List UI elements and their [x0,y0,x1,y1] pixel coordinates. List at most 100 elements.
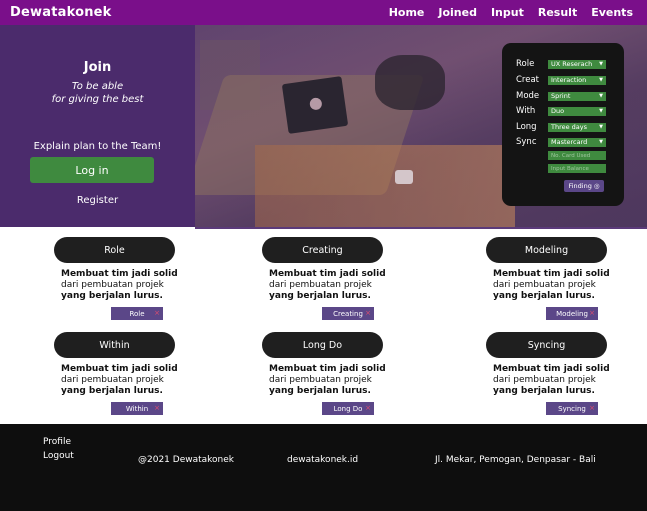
select-value: Three days [551,123,588,131]
card-within: Within Membuat tim jadi solid dari pembu… [54,332,184,415]
card-desc-line: Membuat tim jadi solid [61,269,178,279]
card-description: Membuat tim jadi solid dari pembuatan pr… [61,269,184,302]
card-title[interactable]: Role [54,237,175,263]
join-title: Join [83,60,112,75]
close-icon[interactable]: × [154,404,160,412]
card-number-input[interactable]: No. Card Used [548,151,606,160]
select-value: Interaction [551,76,587,84]
select-value: Mastercard [551,138,588,146]
caret-down-icon: ▼ [599,139,603,145]
card-desc-line: Membuat tim jadi solid [493,364,610,374]
close-icon[interactable]: × [365,404,371,412]
card-desc-line: yang berjalan lurus. [61,386,163,396]
card-role: Role Membuat tim jadi solid dari pembuat… [54,237,184,320]
top-navbar: Dewatakonek Home Joined Input Result Eve… [0,0,647,25]
filter-row-role: Role UX Reserach ▼ [516,58,606,70]
card-description: Membuat tim jadi solid dari pembuatan pr… [61,364,184,397]
nav-result[interactable]: Result [538,6,577,19]
select-value: UX Reserach [551,60,593,68]
card-description: Membuat tim jadi solid dari pembuatan pr… [269,269,392,302]
filter-label: With [516,106,536,116]
filter-row-creat: Creat Interaction ▼ [516,74,606,86]
caret-down-icon: ▼ [599,108,603,114]
select-value: Duo [551,107,565,115]
nav-events[interactable]: Events [591,6,633,19]
select-value: Sprint [551,92,571,100]
explain-text: Explain plan to the Team! [33,141,162,152]
filter-row-mode: Mode Sprint ▼ [516,90,606,102]
card-desc-line: dari pembuatan projek [493,375,596,385]
close-icon[interactable]: × [589,309,595,317]
register-link[interactable]: Register [0,195,195,206]
footer-domain[interactable]: dewatakonek.id [287,455,358,465]
login-button[interactable]: Log in [30,157,154,183]
card-desc-line: yang berjalan lurus. [269,386,371,396]
card-desc-line: yang berjalan lurus. [61,291,163,301]
balance-input[interactable]: Input Balance [548,164,606,173]
role-select[interactable]: UX Reserach ▼ [548,59,606,69]
nav-home[interactable]: Home [389,6,425,19]
nav-links: Home Joined Input Result Events [389,6,633,19]
tag-label: Within [125,404,149,413]
finding-label: Finding [568,182,592,190]
finding-button[interactable]: Finding ◎ [564,180,604,192]
card-tag[interactable]: Modeling × [546,307,598,320]
card-title[interactable]: Syncing [486,332,607,358]
tag-label: Syncing [558,404,586,413]
card-tag[interactable]: Role × [111,307,163,320]
nav-input[interactable]: Input [491,6,524,19]
tag-label: Creating [333,309,363,318]
photo-laptop [281,76,349,134]
card-title[interactable]: Within [54,332,175,358]
footer-profile-link[interactable]: Profile [43,437,71,447]
card-tag[interactable]: Syncing × [546,402,598,415]
with-select[interactable]: Duo ▼ [548,106,606,116]
card-title[interactable]: Modeling [486,237,607,263]
card-desc-line: dari pembuatan projek [493,280,596,290]
filter-label: Long [516,122,537,132]
creat-select[interactable]: Interaction ▼ [548,75,606,85]
long-select[interactable]: Three days ▼ [548,122,606,132]
sync-select[interactable]: Mastercard ▼ [548,137,606,147]
tag-label: Long Do [333,404,363,413]
footer-copyright: @2021 Dewatakonek [138,455,235,465]
card-tag[interactable]: Long Do × [322,402,374,415]
filter-label: Mode [516,91,540,101]
search-icon: ◎ [593,182,600,190]
photo-cup [395,170,413,184]
brand-logo[interactable]: Dewatakonek [10,5,112,20]
close-icon[interactable]: × [154,309,160,317]
nav-joined[interactable]: Joined [438,6,477,19]
card-tag[interactable]: Creating × [322,307,374,320]
card-desc-line: dari pembuatan projek [269,375,372,385]
close-icon[interactable]: × [365,309,371,317]
caret-down-icon: ▼ [599,61,603,67]
join-subtitle-line-1: To be able [71,81,124,92]
filter-label: Role [516,59,535,69]
card-desc-line: Membuat tim jadi solid [493,269,610,279]
footer-address: Jl. Mekar, Pemogan, Denpasar - Bali [435,455,596,465]
card-description: Membuat tim jadi solid dari pembuatan pr… [269,364,392,397]
mode-select[interactable]: Sprint ▼ [548,91,606,101]
close-icon[interactable]: × [589,404,595,412]
card-desc-line: yang berjalan lurus. [269,291,371,301]
filter-label: Sync [516,137,537,147]
card-desc-line: Membuat tim jadi solid [61,364,178,374]
hero-photo: Role UX Reserach ▼ Creat Interaction ▼ Mod… [195,25,647,227]
join-subtitle-line-2: for giving the best [51,94,144,105]
card-desc-line: dari pembuatan projek [269,280,372,290]
card-title[interactable]: Creating [262,237,383,263]
filter-row-long: Long Three days ▼ [516,121,606,133]
card-description: Membuat tim jadi solid dari pembuatan pr… [493,364,616,397]
photo-floor [255,145,515,227]
footer-logout-link[interactable]: Logout [43,451,74,461]
card-long-do: Long Do Membuat tim jadi solid dari pemb… [262,332,392,415]
hero-section: Join To be able for giving the best Expl… [0,25,647,227]
card-title[interactable]: Long Do [262,332,383,358]
card-desc-line: Membuat tim jadi solid [269,269,386,279]
tag-label: Modeling [556,309,588,318]
caret-down-icon: ▼ [599,77,603,83]
card-tag[interactable]: Within × [111,402,163,415]
join-subtitle: To be able for giving the best [0,80,195,106]
card-desc-line: dari pembuatan projek [61,375,164,385]
